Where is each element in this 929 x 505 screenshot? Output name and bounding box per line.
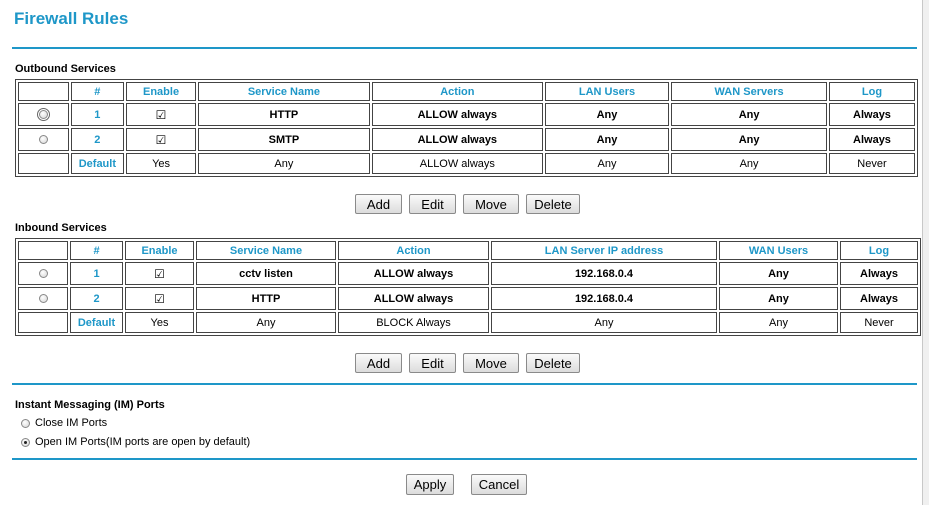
- enable-checkbox[interactable]: ☑: [156, 134, 167, 146]
- row-select-radio[interactable]: [38, 269, 48, 279]
- column-header-enable: Enable: [126, 82, 196, 101]
- lan-server-ip: 192.168.0.4: [491, 287, 717, 310]
- column-header-lan-users: LAN Users: [544, 82, 670, 101]
- outbound-delete-button[interactable]: Delete: [526, 194, 580, 214]
- wan-servers: Any: [671, 128, 827, 151]
- column-header-action: Action: [371, 82, 543, 101]
- action: ALLOW always: [338, 262, 489, 285]
- wan-users: Any: [719, 287, 838, 310]
- default-row: Default Yes Any ALLOW always Any Any Nev…: [18, 153, 915, 174]
- outbound-move-button[interactable]: Move: [463, 194, 519, 214]
- lan-server-ip: 192.168.0.4: [491, 262, 717, 285]
- default-wan-servers: Any: [671, 153, 827, 174]
- column-header-log: Log: [840, 241, 918, 260]
- rule-number-link[interactable]: 1: [70, 262, 123, 285]
- column-header-enable: Enable: [125, 241, 194, 260]
- select-column-header: [18, 241, 68, 260]
- column-header-log: Log: [828, 82, 915, 101]
- select-column-header: [18, 82, 69, 101]
- page-title: Firewall Rules: [14, 9, 129, 28]
- default-log: Never: [828, 153, 915, 174]
- action: ALLOW always: [338, 287, 489, 310]
- default-rule-link[interactable]: Default: [70, 312, 123, 333]
- table-row: 2 ☑ HTTP ALLOW always 192.168.0.4 Any Al…: [18, 287, 918, 310]
- service-name: SMTP: [197, 128, 370, 151]
- rule-number-link[interactable]: 1: [70, 103, 125, 126]
- table-row: 2 ☑ SMTP ALLOW always Any Any Always: [18, 128, 915, 151]
- column-header-wan-servers: WAN Servers: [671, 82, 827, 101]
- outbound-edit-button[interactable]: Edit: [409, 194, 456, 214]
- default-log: Never: [840, 312, 918, 333]
- outbound-add-button[interactable]: Add: [355, 194, 402, 214]
- enable-checkbox[interactable]: ☑: [154, 293, 165, 305]
- default-wan-users: Any: [719, 312, 838, 333]
- default-service: Any: [196, 312, 336, 333]
- default-row: Default Yes Any BLOCK Always Any Any Nev…: [18, 312, 918, 333]
- default-action: BLOCK Always: [338, 312, 489, 333]
- column-header-wan-users: WAN Users: [719, 241, 838, 260]
- outbound-title: Outbound Services: [15, 63, 116, 75]
- log: Always: [840, 262, 918, 285]
- lan-users: Any: [544, 128, 670, 151]
- column-header-service-name: Service Name: [197, 82, 370, 101]
- open-im-ports-option[interactable]: Open IM Ports(IM ports are open by defau…: [21, 436, 250, 448]
- service-name: HTTP: [196, 287, 336, 310]
- close-im-ports-label: Close IM Ports: [35, 417, 108, 429]
- log: Always: [840, 287, 918, 310]
- wan-users: Any: [719, 262, 838, 285]
- rule-number-link[interactable]: 2: [70, 128, 125, 151]
- default-enable: Yes: [125, 312, 194, 333]
- close-im-ports-option[interactable]: Close IM Ports: [21, 417, 107, 429]
- default-service: Any: [197, 153, 370, 174]
- table-row: 1 ☑ HTTP ALLOW always Any Any Always: [18, 103, 915, 126]
- vertical-scrollbar[interactable]: [922, 0, 929, 505]
- service-name: HTTP: [197, 103, 370, 126]
- action: ALLOW always: [371, 103, 543, 126]
- column-header-number: #: [70, 241, 123, 260]
- rule-number-link[interactable]: 2: [70, 287, 123, 310]
- enable-checkbox[interactable]: ☑: [154, 268, 165, 280]
- im-title: Instant Messaging (IM) Ports: [15, 399, 165, 411]
- row-select-radio[interactable]: [38, 135, 48, 145]
- apply-button[interactable]: Apply: [406, 474, 454, 495]
- open-im-ports-radio[interactable]: [21, 437, 30, 447]
- inbound-delete-button[interactable]: Delete: [526, 353, 580, 373]
- column-header-number: #: [70, 82, 125, 101]
- default-lan-server-ip: Any: [491, 312, 717, 333]
- open-im-ports-label: Open IM Ports(IM ports are open by defau…: [35, 436, 251, 448]
- table-row: 1 ☑ cctv listen ALLOW always 192.168.0.4…: [18, 262, 918, 285]
- row-select-radio[interactable]: [38, 294, 48, 304]
- inbound-add-button[interactable]: Add: [355, 353, 402, 373]
- outbound-header-row: # Enable Service Name Action LAN Users W…: [18, 82, 915, 101]
- column-header-service-name: Service Name: [196, 241, 336, 260]
- row-select-radio[interactable]: [36, 108, 50, 122]
- enable-checkbox[interactable]: ☑: [156, 109, 167, 121]
- lan-users: Any: [544, 103, 670, 126]
- divider: [12, 47, 917, 49]
- outbound-table: # Enable Service Name Action LAN Users W…: [15, 79, 918, 177]
- action: ALLOW always: [371, 128, 543, 151]
- column-header-lan-server-ip: LAN Server IP address: [491, 241, 717, 260]
- log: Always: [828, 128, 915, 151]
- divider: [12, 383, 917, 385]
- default-enable: Yes: [126, 153, 196, 174]
- service-name: cctv listen: [196, 262, 336, 285]
- inbound-title: Inbound Services: [15, 222, 107, 234]
- log: Always: [828, 103, 915, 126]
- default-action: ALLOW always: [371, 153, 543, 174]
- inbound-table: # Enable Service Name Action LAN Server …: [15, 238, 921, 336]
- default-rule-link[interactable]: Default: [70, 153, 125, 174]
- divider: [12, 458, 917, 460]
- inbound-header-row: # Enable Service Name Action LAN Server …: [18, 241, 918, 260]
- default-lan-users: Any: [544, 153, 670, 174]
- inbound-edit-button[interactable]: Edit: [409, 353, 456, 373]
- cancel-button[interactable]: Cancel: [471, 474, 527, 495]
- close-im-ports-radio[interactable]: [21, 418, 30, 428]
- inbound-move-button[interactable]: Move: [463, 353, 519, 373]
- wan-servers: Any: [671, 103, 827, 126]
- column-header-action: Action: [338, 241, 489, 260]
